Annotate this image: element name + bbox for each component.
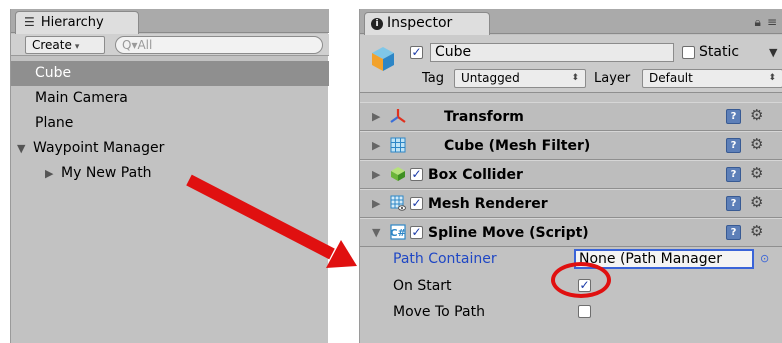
path-container-value: None (Path Manager: [579, 251, 723, 267]
hierarchy-item-plane[interactable]: Plane: [11, 111, 329, 136]
script-icon: C#: [390, 224, 406, 240]
inspector-tab-label: Inspector: [387, 15, 453, 31]
hierarchy-list: Cube Main Camera Plane ▼ Waypoint Manager…: [11, 61, 329, 186]
component-box-collider[interactable]: ▶ ✓ Box Collider ? ⚙: [360, 160, 782, 189]
hierarchy-tab[interactable]: ☰ Hierarchy: [15, 11, 139, 34]
object-header: ✓ Cube Static ▼ Tag Untagged ⬍ Layer Def…: [360, 35, 782, 93]
transform-axes-icon: [390, 109, 406, 123]
object-active-checkbox[interactable]: ✓: [410, 46, 423, 59]
hierarchy-item-label: Plane: [35, 115, 74, 131]
mesh-grid-icon: [390, 137, 406, 153]
fold-triangle-expanded-icon[interactable]: ▼: [372, 226, 380, 239]
search-placeholder: Q▾All: [122, 38, 153, 52]
static-checkbox[interactable]: [682, 46, 695, 59]
hierarchy-panel: ☰ Hierarchy Create ▾ Q▾All Cube Main Came…: [10, 9, 329, 343]
gear-icon[interactable]: ⚙: [750, 164, 763, 183]
component-mesh-renderer[interactable]: ▶ ✓ Mesh Renderer ? ⚙: [360, 189, 782, 218]
static-label: Static: [699, 44, 740, 60]
layer-label: Layer: [594, 71, 631, 86]
fold-triangle-icon[interactable]: ▶: [372, 139, 380, 152]
expand-triangle-icon[interactable]: ▼: [17, 136, 33, 161]
hierarchy-tabstrip: ☰ Hierarchy: [11, 9, 329, 34]
gear-icon[interactable]: ⚙: [750, 135, 763, 154]
hierarchy-tab-label: Hierarchy: [40, 15, 104, 30]
component-mesh-filter[interactable]: ▶ Cube (Mesh Filter) ? ⚙: [360, 131, 782, 160]
component-name: Spline Move (Script): [428, 225, 589, 241]
green-cube-icon: [391, 167, 405, 181]
cube-icon: [372, 47, 394, 71]
component-enabled-checkbox[interactable]: ✓: [410, 226, 423, 239]
help-book-icon[interactable]: ?: [726, 196, 741, 211]
create-label: Create: [32, 38, 72, 52]
lock-icon[interactable]: 🔒︎: [755, 15, 761, 29]
gear-icon[interactable]: ⚙: [750, 222, 763, 241]
layer-value: Default: [649, 71, 693, 85]
collapse-triangle-icon[interactable]: ▶: [45, 161, 61, 186]
help-book-icon[interactable]: ?: [726, 225, 741, 240]
inspector-tab[interactable]: i Inspector: [364, 12, 490, 35]
component-name: Transform: [444, 109, 524, 125]
fold-triangle-icon[interactable]: ▶: [372, 168, 380, 181]
property-move-to-path: Move To Path: [360, 301, 782, 323]
help-book-icon[interactable]: ?: [726, 167, 741, 182]
component-spline-move-script[interactable]: ▼ C# ✓ Spline Move (Script) ? ⚙: [360, 218, 782, 247]
create-dropdown-button[interactable]: Create ▾: [25, 36, 105, 54]
tab-tools: 🔒︎ ≡: [749, 15, 777, 30]
fold-triangle-icon[interactable]: ▶: [372, 197, 380, 210]
component-enabled-checkbox[interactable]: ✓: [410, 168, 423, 181]
tag-dropdown[interactable]: Untagged ⬍: [454, 69, 586, 88]
updown-arrow-icon: ⬍: [571, 73, 579, 83]
mesh-renderer-icon: [390, 195, 406, 211]
gear-icon[interactable]: ⚙: [750, 193, 763, 212]
property-label: Move To Path: [393, 304, 485, 320]
hierarchy-item-main-camera[interactable]: Main Camera: [11, 86, 329, 111]
hierarchy-item-waypoint-manager[interactable]: ▼ Waypoint Manager: [11, 136, 329, 161]
hierarchy-item-label: Main Camera: [35, 90, 128, 106]
property-label: On Start: [393, 278, 452, 294]
component-name: Mesh Renderer: [428, 196, 548, 212]
layer-dropdown[interactable]: Default ⬍: [642, 69, 782, 88]
static-dropdown-icon[interactable]: ▼: [769, 43, 777, 62]
gear-icon[interactable]: ⚙: [750, 106, 763, 125]
property-label: Path Container: [393, 251, 497, 267]
hierarchy-item-cube[interactable]: Cube: [11, 61, 329, 86]
tag-value: Untagged: [461, 71, 520, 85]
component-name: Cube (Mesh Filter): [444, 138, 591, 154]
hierarchy-search-input[interactable]: Q▾All: [115, 36, 323, 54]
object-name-field[interactable]: Cube: [430, 43, 674, 62]
object-name-value: Cube: [435, 44, 472, 60]
hierarchy-toolbar: Create ▾ Q▾All: [11, 34, 329, 56]
move-to-path-checkbox[interactable]: [578, 305, 591, 318]
list-icon: ☰: [24, 15, 35, 29]
component-name: Box Collider: [428, 167, 523, 183]
svg-text:C#: C#: [390, 228, 406, 239]
hierarchy-item-label: Cube: [35, 65, 72, 81]
tab-menu-icon[interactable]: ≡: [767, 15, 777, 29]
object-picker-icon[interactable]: ⊙: [760, 248, 769, 270]
tag-label: Tag: [422, 71, 445, 86]
updown-arrow-icon: ⬍: [768, 73, 776, 83]
inspector-tabstrip: i Inspector 🔒︎ ≡: [360, 9, 782, 35]
info-icon: i: [371, 18, 383, 30]
help-book-icon[interactable]: ?: [726, 138, 741, 153]
hierarchy-item-label: Waypoint Manager: [33, 140, 165, 156]
help-book-icon[interactable]: ?: [726, 109, 741, 124]
annotation-highlight-ellipse: [551, 262, 611, 298]
component-transform[interactable]: ▶ Transform ? ⚙: [360, 102, 782, 131]
component-enabled-checkbox[interactable]: ✓: [410, 197, 423, 210]
fold-triangle-icon[interactable]: ▶: [372, 110, 380, 123]
chevron-down-icon: ▾: [74, 42, 80, 52]
hierarchy-item-label: My New Path: [61, 165, 152, 181]
hierarchy-item-my-new-path[interactable]: ▶ My New Path: [11, 161, 329, 186]
